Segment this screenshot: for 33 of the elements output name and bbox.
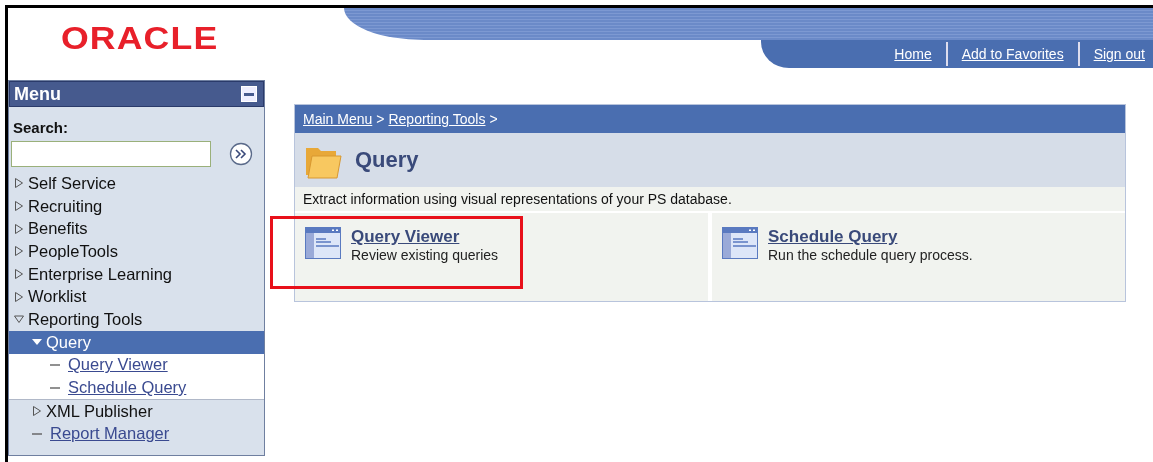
menu-folder[interactable]: Query [46,332,91,352]
card-description: Review existing queries [351,247,499,263]
menu-folder[interactable]: Worklist [28,287,87,307]
menu-folder[interactable]: XML Publisher [46,401,153,421]
menu-title: Menu [14,83,61,105]
menu-link[interactable]: Query Viewer [68,355,168,375]
nav-link[interactable]: Add to Favorites [955,46,1070,62]
page-title: Query [355,147,419,173]
nav-link[interactable]: Home [888,46,938,62]
nav-link[interactable]: Sign out [1087,46,1151,62]
menu-link[interactable]: Report Manager [50,424,170,444]
collapse-button[interactable] [241,86,257,102]
breadcrumb-separator: > [376,111,385,127]
breadcrumb-link[interactable]: Reporting Tools [388,111,486,127]
menu-folder[interactable]: Recruiting [28,196,103,216]
menu-folder[interactable]: PeopleTools [28,241,118,261]
window-icon [305,227,341,259]
breadcrumb-separator: > [489,111,498,127]
go-button[interactable] [229,142,253,166]
card-link[interactable]: Query Viewer [351,227,499,247]
search-label: Search: [12,118,70,136]
menu-folder[interactable]: Benefits [28,219,88,239]
card-link[interactable]: Schedule Query [768,227,973,247]
breadcrumb-link[interactable]: Main Menu [303,111,373,127]
menu-folder[interactable]: Self Service [28,173,117,193]
menu-folder[interactable]: Reporting Tools [28,309,143,329]
oracle-logo: ORACLE [59,20,220,57]
card-description: Run the schedule query process. [768,247,973,263]
menu-link[interactable]: Schedule Query [68,378,187,398]
page-description: Extract information using visual representations of your PS database. [295,187,1125,213]
menu-folder[interactable]: Enterprise Learning [28,264,172,284]
window-icon [722,227,758,259]
search-field[interactable] [11,141,211,167]
